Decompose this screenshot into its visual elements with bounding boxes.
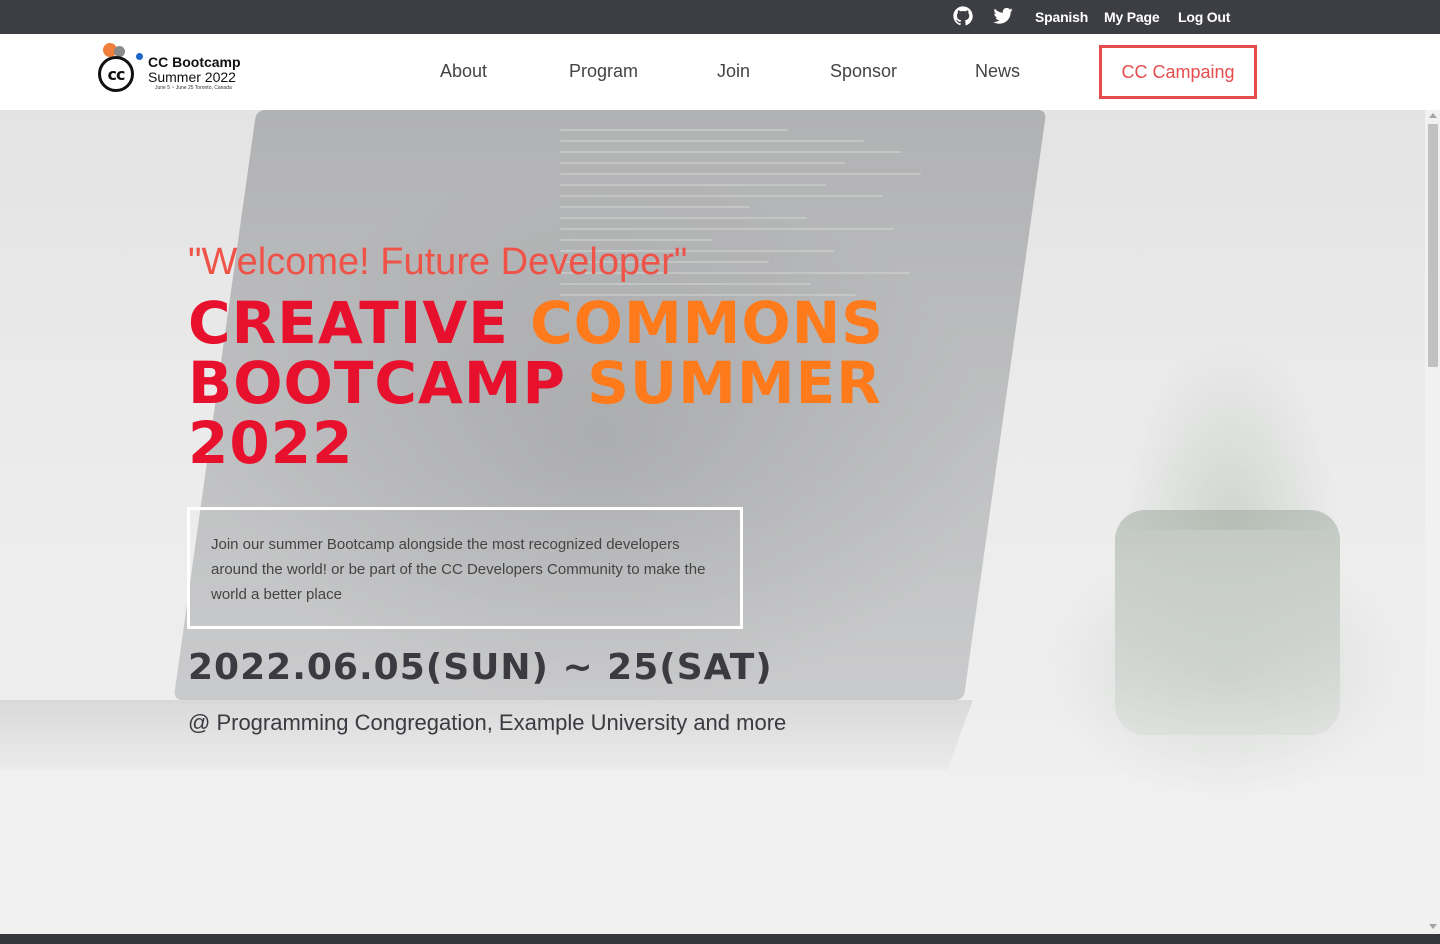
hero-welcome-text: "Welcome! Future Developer" (188, 241, 688, 283)
logo-title: CC Bootcamp (148, 54, 241, 70)
top-utility-bar: Spanish My Page Log Out (0, 0, 1440, 34)
bottom-dark-strip (0, 934, 1440, 944)
headline-part: SUMMER (587, 349, 882, 417)
nav-item-join[interactable]: Join (717, 61, 750, 82)
logo-subtitle: Summer 2022 (148, 69, 236, 85)
nav-item-about[interactable]: About (440, 61, 487, 82)
headline-part: 2022 (188, 409, 354, 477)
logo-dates: June 5 ~ June 25 Toronto, Canada (155, 85, 232, 91)
nav-item-program[interactable]: Program (569, 61, 638, 82)
headline-part: COMMONS (530, 289, 885, 357)
hero-intro-box: Join our summer Bootcamp alongside the m… (187, 507, 743, 629)
hero-dates: 2022.06.05(SUN) ~ 25(SAT) (188, 647, 773, 688)
headline-part: CREATIVE (188, 289, 531, 357)
scroll-up-arrow-icon[interactable] (1429, 113, 1437, 118)
logo-cc-mark: cc (98, 56, 134, 92)
nav-item-sponsor[interactable]: Sponsor (830, 61, 897, 82)
language-link[interactable]: Spanish (1035, 0, 1088, 34)
my-page-link[interactable]: My Page (1104, 0, 1160, 34)
main-navbar: cc CC Bootcamp Summer 2022 June 5 ~ June… (0, 34, 1440, 110)
cc-campaign-button[interactable]: CC Campaing (1099, 45, 1257, 99)
nav-item-news[interactable]: News (975, 61, 1020, 82)
hero-venue: @ Programming Congregation, Example Univ… (188, 710, 787, 735)
github-icon[interactable] (952, 5, 974, 27)
logout-link[interactable]: Log Out (1178, 0, 1230, 34)
twitter-icon[interactable] (992, 5, 1014, 27)
hero-section: "Welcome! Future Developer" CREATIVE COM… (0, 110, 1425, 934)
scrollbar-thumb[interactable] (1428, 124, 1438, 367)
hero-headline: CREATIVE COMMONS BOOTCAMP SUMMER 2022 (188, 293, 908, 473)
headline-part: BOOTCAMP (188, 349, 588, 417)
site-logo[interactable]: cc CC Bootcamp Summer 2022 June 5 ~ June… (97, 43, 257, 99)
logo-dot-blue (136, 53, 143, 60)
scroll-down-arrow-icon[interactable] (1429, 924, 1437, 929)
